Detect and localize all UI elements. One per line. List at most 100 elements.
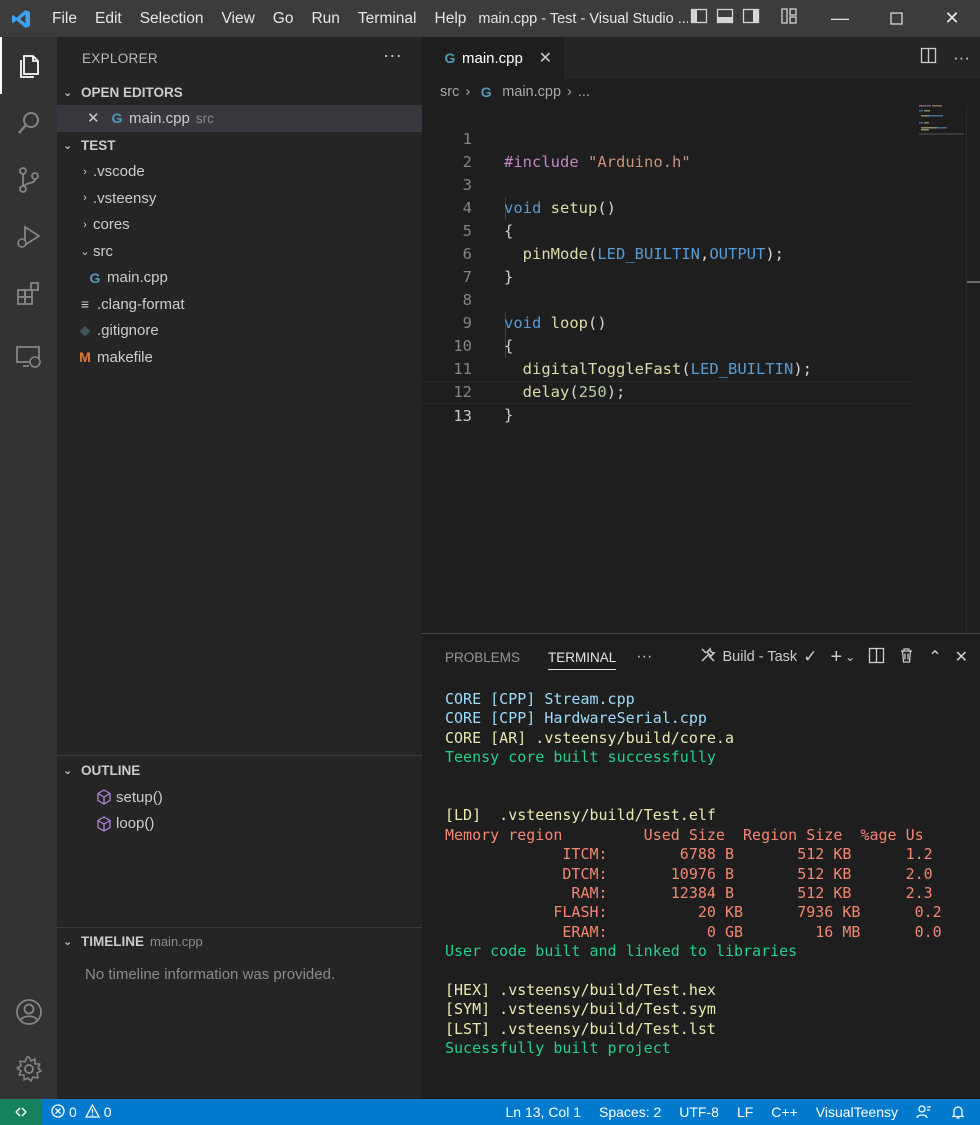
tree-file-makefile[interactable]: M makefile <box>57 344 422 371</box>
tree-file-gitignore[interactable]: ◆ .gitignore <box>57 318 422 345</box>
toggle-primary-sidebar-icon[interactable] <box>690 7 708 30</box>
maximize-panel-icon[interactable]: ⌃ <box>928 647 941 667</box>
menu-run[interactable]: Run <box>301 0 347 37</box>
customize-layout-icon[interactable] <box>780 7 798 30</box>
tab-problems[interactable]: PROBLEMS <box>445 634 520 680</box>
activity-bar <box>0 37 57 1099</box>
outline-label: OUTLINE <box>81 762 141 778</box>
more-actions-icon[interactable]: ··· <box>953 48 970 68</box>
explorer-icon[interactable] <box>0 37 57 94</box>
panel-actions: Build - Task ✓ + ⌄ ⌃ ✕ <box>699 634 968 680</box>
tree-file-main-cpp[interactable]: G main.cpp <box>57 265 422 292</box>
breadcrumb-file[interactable]: main.cpp <box>502 84 561 100</box>
terminal-line: Memory region Used Size Region Size %age… <box>445 825 924 844</box>
problems-indicator[interactable]: 0 0 <box>42 1099 121 1125</box>
tab-terminal[interactable]: TERMINAL <box>548 634 617 680</box>
tree-file-clang-format[interactable]: ≡ .clang-format <box>57 291 422 318</box>
cpp-file-icon: G <box>111 110 123 127</box>
more-actions-icon[interactable]: ··· <box>383 45 402 66</box>
close-panel-icon[interactable]: ✕ <box>955 647 968 667</box>
code-line: 8 void loop() <box>422 266 912 332</box>
search-icon[interactable] <box>0 94 57 151</box>
code-line-current: 13 <box>422 381 912 425</box>
code-line: 1 #include "Arduino.h" <box>422 105 912 171</box>
feedback-icon[interactable] <box>907 1099 941 1125</box>
close-tab-icon[interactable]: ✕ <box>539 48 552 68</box>
minimize-window-icon[interactable]: — <box>812 0 868 37</box>
menu-selection[interactable]: Selection <box>130 0 212 37</box>
tree-folder-cores[interactable]: › cores <box>57 212 422 239</box>
minimap[interactable] <box>919 105 964 135</box>
menu-file[interactable]: File <box>42 0 85 37</box>
account-icon[interactable] <box>0 983 57 1040</box>
toggle-secondary-sidebar-icon[interactable] <box>742 7 760 30</box>
editor-scrollbar[interactable] <box>966 105 980 633</box>
cursor-position[interactable]: Ln 13, Col 1 <box>497 1099 591 1125</box>
window-controls: — ✕ <box>812 0 980 37</box>
indentation[interactable]: Spaces: 2 <box>590 1099 670 1125</box>
open-editor-item[interactable]: ✕ G main.cpp src <box>57 105 422 132</box>
notifications-bell-icon[interactable] <box>941 1099 980 1125</box>
breadcrumb-folder[interactable]: src <box>440 84 459 100</box>
split-terminal-icon[interactable] <box>868 647 885 668</box>
terminal-output[interactable]: CORE [CPP] Stream.cpp CORE [CPP] Hardware… <box>445 690 942 1058</box>
terminal-line: User code built and linked to libraries <box>445 942 798 961</box>
task-selector[interactable]: Build - Task ✓ <box>699 646 817 668</box>
menu-go[interactable]: Go <box>263 0 302 37</box>
terminal-line: Teensy core built successfully <box>445 748 716 767</box>
method-cube-icon <box>94 789 114 806</box>
outline-item-label: loop() <box>116 815 155 833</box>
open-editors-label: OPEN EDITORS <box>81 84 183 100</box>
menu-terminal[interactable]: Terminal <box>348 0 425 37</box>
trash-icon[interactable] <box>898 647 915 668</box>
tree-item-label: makefile <box>97 348 153 366</box>
close-window-icon[interactable]: ✕ <box>924 0 980 37</box>
git-file-icon: ◆ <box>79 322 91 339</box>
breadcrumb-symbol[interactable]: ... <box>578 84 590 100</box>
new-terminal-icon[interactable]: + <box>830 646 842 669</box>
timeline-header[interactable]: ⌄ TIMELINE main.cpp <box>57 928 422 954</box>
code-editor[interactable]: 1 #include "Arduino.h" 2 3 void setup() … <box>422 105 980 633</box>
menu-edit[interactable]: Edit <box>85 0 130 37</box>
open-editors-header[interactable]: ⌄ OPEN EDITORS <box>57 79 422 105</box>
terminal-line: CORE [CPP] HardwareSerial.cpp <box>445 709 707 728</box>
menu-help[interactable]: Help <box>425 0 475 37</box>
remote-indicator[interactable] <box>0 1099 42 1125</box>
chevron-down-icon: ⌄ <box>80 245 90 258</box>
tab-main-cpp[interactable]: G main.cpp ✕ <box>422 37 564 79</box>
outline-section: ⌄ OUTLINE setup() loop() <box>57 755 422 837</box>
source-control-icon[interactable] <box>0 151 57 208</box>
close-editor-icon[interactable]: ✕ <box>87 109 107 127</box>
extensions-icon[interactable] <box>0 265 57 322</box>
code-line: 9 { <box>422 289 912 355</box>
cpp-file-icon: G <box>89 269 101 286</box>
encoding[interactable]: UTF-8 <box>670 1099 728 1125</box>
tree-folder-src[interactable]: ⌄ src <box>57 238 422 265</box>
project-folder-header[interactable]: ⌄ TEST <box>57 133 422 159</box>
code-line: 2 <box>422 128 912 171</box>
end-of-line[interactable]: LF <box>728 1099 762 1125</box>
remote-explorer-icon[interactable] <box>0 328 57 385</box>
language-mode[interactable]: C++ <box>762 1099 806 1125</box>
code-line: 6 } <box>422 220 912 286</box>
method-cube-icon <box>94 815 114 832</box>
run-debug-icon[interactable] <box>0 208 57 265</box>
line-content: } <box>504 406 514 424</box>
split-editor-icon[interactable] <box>920 47 937 69</box>
outline-item-setup[interactable]: setup() <box>57 784 422 811</box>
more-actions-icon[interactable]: ··· <box>636 648 652 666</box>
visualteensy-status[interactable]: VisualTeensy <box>807 1099 907 1125</box>
maximize-window-icon[interactable] <box>868 0 924 37</box>
terminal-line: RAM: 12384 B 512 KB 2.3 <box>445 883 933 902</box>
panel-tab-bar: PROBLEMS TERMINAL ··· Build - Task ✓ + ⌄… <box>422 634 980 680</box>
error-count: 0 <box>69 1104 77 1120</box>
tree-folder-vscode[interactable]: › .vscode <box>57 159 422 186</box>
settings-gear-icon[interactable] <box>0 1040 57 1097</box>
sidebar-title: EXPLORER <box>82 50 158 66</box>
outline-item-loop[interactable]: loop() <box>57 811 422 838</box>
chevron-down-icon[interactable]: ⌄ <box>845 650 855 664</box>
outline-header[interactable]: ⌄ OUTLINE <box>57 756 422 784</box>
tree-folder-vsteensy[interactable]: › .vsteensy <box>57 185 422 212</box>
toggle-panel-icon[interactable] <box>716 7 734 30</box>
menu-view[interactable]: View <box>211 0 262 37</box>
